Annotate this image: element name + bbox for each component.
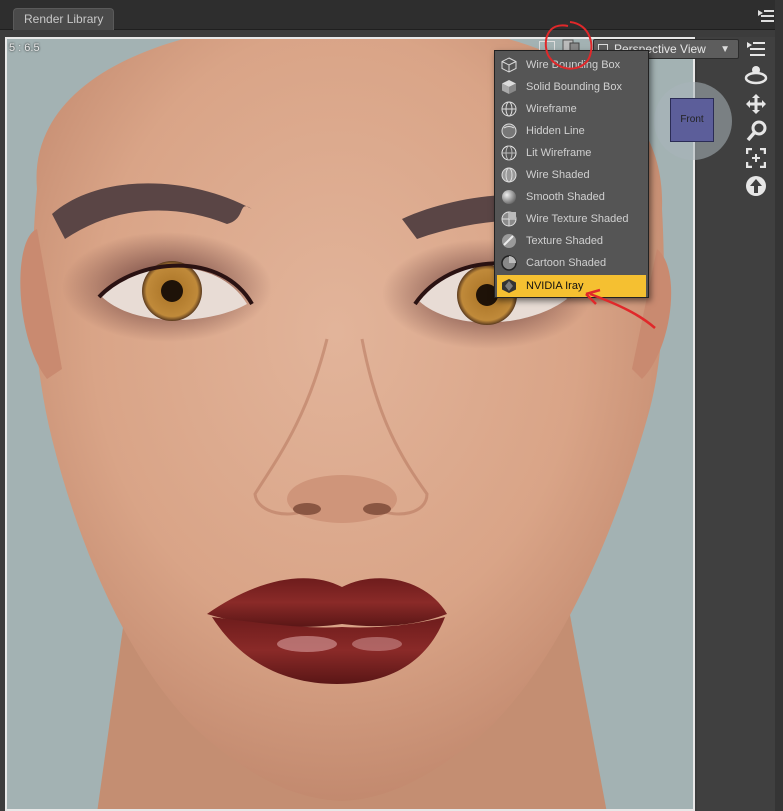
menu-item-cartoon-shaded[interactable]: Cartoon Shaded xyxy=(495,252,648,274)
texture-shaded-icon xyxy=(502,234,516,248)
tab-bar: Render Library xyxy=(0,0,783,30)
menu-item-wire-shaded[interactable]: Wire Shaded xyxy=(495,164,648,186)
draw-style-menu: Wire Bounding Box Solid Bounding Box Wir… xyxy=(494,50,649,298)
menu-item-wire-texture-shaded[interactable]: Wire Texture Shaded xyxy=(495,208,648,230)
orbit-icon[interactable] xyxy=(744,64,768,86)
wireframe-icon xyxy=(501,101,517,117)
menu-item-lit-wireframe[interactable]: Lit Wireframe xyxy=(495,142,648,164)
view-cube-front[interactable]: Front xyxy=(670,98,714,142)
hidden-line-icon xyxy=(501,123,517,139)
menu-item-texture-shaded[interactable]: Texture Shaded xyxy=(495,230,648,252)
menu-item-hidden-line[interactable]: Hidden Line xyxy=(495,120,648,142)
lit-wireframe-icon xyxy=(501,145,517,161)
pan-icon[interactable] xyxy=(745,93,767,115)
nvidia-iray-icon xyxy=(502,279,516,293)
viewport-options-icon[interactable] xyxy=(746,40,766,58)
menu-item-solid-bounding-box[interactable]: Solid Bounding Box xyxy=(495,76,648,98)
reset-view-icon[interactable] xyxy=(745,175,767,197)
menu-item-nvidia-iray[interactable]: NVIDIA Iray xyxy=(497,275,646,297)
smooth-shaded-icon xyxy=(502,190,516,204)
menu-item-wireframe[interactable]: Wireframe xyxy=(495,98,648,120)
daz-studio-window: Render Library 5: 6.5 Perspective View … xyxy=(0,0,783,811)
frame-icon[interactable] xyxy=(746,148,766,168)
view-cube[interactable]: Front xyxy=(654,82,732,160)
wire-shaded-icon xyxy=(501,167,517,183)
pane-menu-icon[interactable] xyxy=(758,9,774,23)
solid-bounding-box-icon xyxy=(502,80,516,94)
right-edge xyxy=(775,0,783,811)
aspect-ratio-label: 5 : 6.5 xyxy=(9,42,40,54)
menu-item-smooth-shaded[interactable]: Smooth Shaded xyxy=(495,186,648,208)
wire-bounding-box-icon xyxy=(501,57,517,73)
menu-item-wire-bounding-box[interactable]: Wire Bounding Box xyxy=(495,54,648,76)
zoom-icon[interactable] xyxy=(746,120,768,142)
tab-render-library[interactable]: Render Library xyxy=(13,8,115,30)
cartoon-shaded-icon xyxy=(501,255,517,271)
wire-texture-shaded-icon xyxy=(501,211,517,227)
chevron-down-icon: ▼ xyxy=(720,44,730,55)
